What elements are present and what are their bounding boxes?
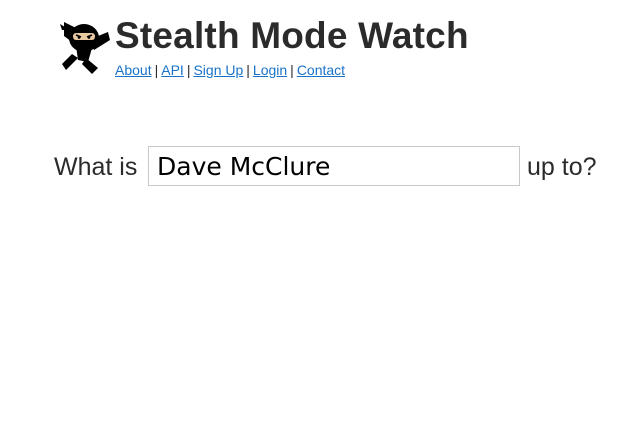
ninja-logo-icon[interactable] xyxy=(58,18,112,74)
site-title: Stealth Mode Watch xyxy=(115,15,469,56)
query-suffix-label: up to? xyxy=(527,153,597,181)
nav-link-sign-up[interactable]: Sign Up xyxy=(193,62,243,78)
query-form: What is up to? xyxy=(54,146,614,188)
nav-link-api[interactable]: API xyxy=(161,62,184,78)
nav-separator: | xyxy=(246,62,250,78)
query-prefix-label: What is xyxy=(54,153,138,181)
nav-link-contact[interactable]: Contact xyxy=(297,62,345,78)
nav-link-about[interactable]: About xyxy=(115,62,152,78)
top-nav: About | API | Sign Up | Login | Contact xyxy=(115,62,345,78)
site-header: Stealth Mode Watch About | API | Sign Up | Log… xyxy=(58,14,618,86)
nav-separator: | xyxy=(154,62,159,78)
nav-separator: | xyxy=(290,62,294,78)
nav-link-login[interactable]: Login xyxy=(253,62,287,78)
company-search-input[interactable] xyxy=(148,146,520,186)
nav-separator: | xyxy=(186,62,191,78)
